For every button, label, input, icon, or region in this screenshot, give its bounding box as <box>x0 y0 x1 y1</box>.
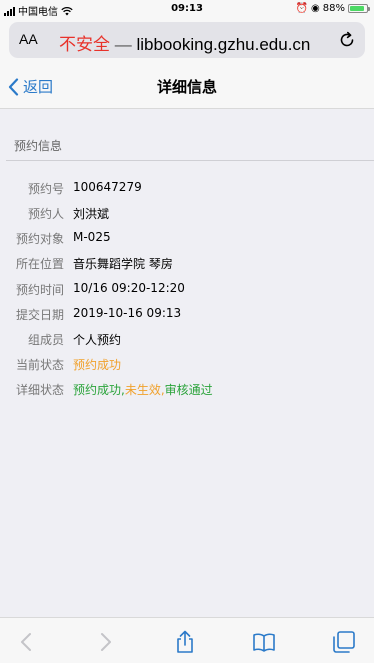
detail-row-members: 组成员 个人预约 <box>0 331 374 351</box>
detail-value: 100647279 <box>73 180 142 194</box>
battery-percent: 88% <box>322 3 345 14</box>
detail-value: 音乐舞蹈学院 琴房 <box>73 257 173 271</box>
detail-row-current-status: 当前状态 预约成功 <box>0 356 374 376</box>
browser-toolbar <box>0 617 374 663</box>
browser-back-button[interactable] <box>15 630 39 654</box>
share-icon <box>177 630 193 653</box>
detail-row-target: 预约对象 M-025 <box>0 230 374 250</box>
detail-row-location: 所在位置 音乐舞蹈学院 琴房 <box>0 255 374 275</box>
detail-label: 组成员 <box>27 333 64 347</box>
detail-label: 预约人 <box>27 207 64 221</box>
status-right: ⏰ ◉ 88% <box>295 3 370 14</box>
detail-value: 刘洪斌 <box>73 207 110 221</box>
forward-arrow-icon <box>101 633 111 651</box>
detail-label: 预约时间 <box>15 283 64 297</box>
browser-forward-button[interactable] <box>93 630 117 654</box>
status-part-inactive: 未生效, <box>124 383 165 397</box>
battery-fill <box>350 6 365 11</box>
detail-value: M-025 <box>73 230 111 244</box>
detail-row-booker: 预约人 刘洪斌 <box>0 205 374 225</box>
detail-value: 10/16 09:20-12:20 <box>73 281 185 295</box>
status-part-approved: 审核通过 <box>164 383 213 397</box>
alarm-icon: ⏰ <box>295 3 309 14</box>
status-part-success: 预约成功, <box>73 383 125 397</box>
bookmarks-button[interactable] <box>252 630 276 654</box>
detailed-status-value: 预约成功,未生效,审核通过 <box>73 381 213 398</box>
detail-label: 所在位置 <box>15 257 64 271</box>
detail-label: 预约对象 <box>15 232 64 246</box>
battery-icon <box>348 4 370 13</box>
browser-address-area: AA 不安全 — libbooking.gzhu.edu.cn <box>0 18 374 62</box>
detail-label: 详细状态 <box>15 383 64 397</box>
insecure-label: 不安全 <box>59 35 110 54</box>
back-arrow-icon <box>21 633 31 651</box>
text-size-button[interactable]: AA <box>19 31 38 47</box>
share-button[interactable] <box>173 630 197 654</box>
page-nav-bar: 返回 详细信息 <box>0 62 374 109</box>
detail-row-submit-date: 提交日期 2019-10-16 09:13 <box>0 306 374 326</box>
address-text[interactable]: 不安全 — libbooking.gzhu.edu.cn <box>59 30 310 55</box>
detail-value: 2019-10-16 09:13 <box>73 306 182 320</box>
tabs-button[interactable] <box>332 630 356 654</box>
detail-label: 当前状态 <box>15 358 64 372</box>
page-title: 详细信息 <box>156 78 217 96</box>
tabs-icon <box>333 631 355 653</box>
current-status-value: 预约成功 <box>73 358 122 372</box>
detail-row-detailed-status: 详细状态 预约成功,未生效,审核通过 <box>0 381 374 401</box>
detail-row-booking-number: 预约号 100647279 <box>0 180 374 200</box>
rotation-lock-icon: ◉ <box>311 3 320 14</box>
address-domain: libbooking.gzhu.edu.cn <box>136 35 311 54</box>
bookmarks-icon <box>253 633 275 652</box>
address-separator: — <box>114 35 132 54</box>
detail-value: 个人预约 <box>73 333 122 347</box>
section-title: 预约信息 <box>14 139 63 153</box>
detail-label: 预约号 <box>27 182 64 196</box>
address-bar[interactable]: AA 不安全 — libbooking.gzhu.edu.cn <box>9 22 365 58</box>
reload-icon[interactable] <box>337 30 357 50</box>
status-bar: 中国电信 09:13 ⏰ ◉ 88% <box>0 0 374 18</box>
section-divider <box>6 160 374 161</box>
detail-label: 提交日期 <box>15 308 64 322</box>
detail-row-time: 预约时间 10/16 09:20-12:20 <box>0 281 374 301</box>
